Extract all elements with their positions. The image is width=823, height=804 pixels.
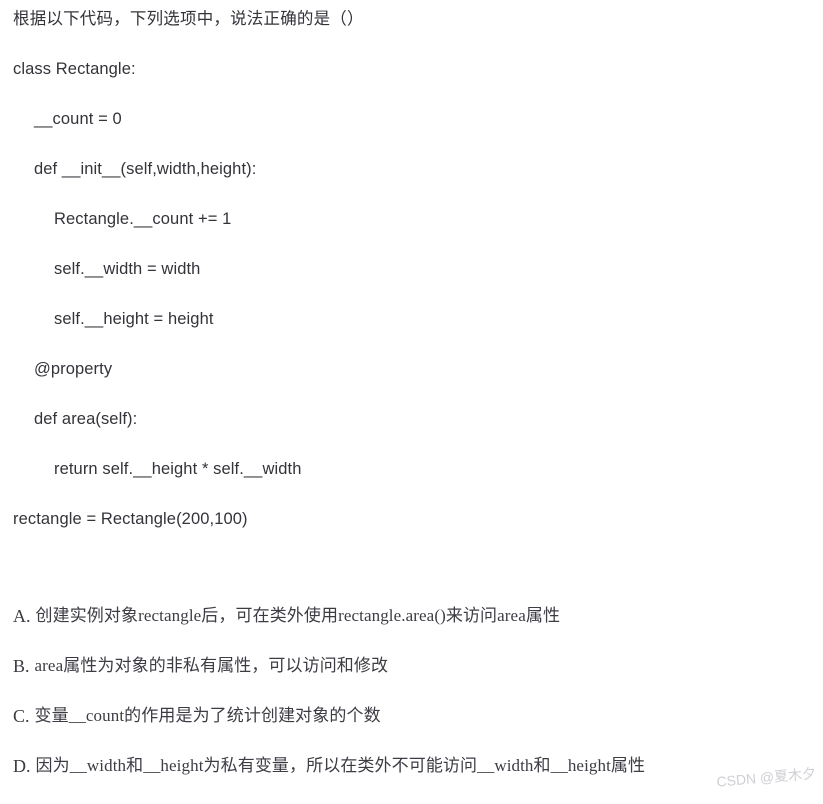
code-line: self.__height = height (54, 310, 214, 328)
option-text: 因为__width和__height为私有变量，所以在类外不可能访问__widt… (35, 756, 646, 775)
option-text: 变量__count的作用是为了统计创建对象的个数 (34, 706, 381, 725)
option-c[interactable]: C. 变量__count的作用是为了统计创建对象的个数 (0, 704, 823, 754)
code-line: def area(self): (34, 410, 138, 428)
option-a[interactable]: A. 创建实例对象rectangle后，可在类外使用rectangle.area… (0, 604, 823, 654)
option-letter: D. (13, 756, 31, 776)
code-line: __count = 0 (34, 110, 122, 128)
option-text: area属性为对象的非私有属性，可以访问和修改 (34, 656, 389, 675)
code-line: rectangle = Rectangle(200,100) (13, 510, 248, 528)
option-letter: C. (13, 706, 30, 726)
option-b[interactable]: B. area属性为对象的非私有属性，可以访问和修改 (0, 654, 823, 704)
code-line: Rectangle.__count += 1 (54, 210, 232, 228)
option-letter: B. (13, 656, 30, 676)
code-line: @property (34, 360, 113, 378)
code-line: return self.__height * self.__width (54, 460, 302, 478)
code-line: class Rectangle: (13, 60, 136, 78)
answer-options: A. 创建实例对象rectangle后，可在类外使用rectangle.area… (0, 604, 823, 804)
option-text: 创建实例对象rectangle后，可在类外使用rectangle.area()来… (35, 606, 561, 625)
code-block: class Rectangle: __count = 0 def __init_… (0, 58, 823, 558)
document-page: 根据以下代码，下列选项中，说法正确的是（） class Rectangle: _… (0, 0, 823, 790)
question-stem: 根据以下代码，下列选项中，说法正确的是（） (13, 10, 364, 28)
code-line: def __init__(self,width,height): (34, 160, 257, 178)
code-line: self.__width = width (54, 260, 201, 278)
option-letter: A. (13, 606, 31, 626)
option-d[interactable]: D. 因为__width和__height为私有变量，所以在类外不可能访问__w… (0, 754, 823, 804)
